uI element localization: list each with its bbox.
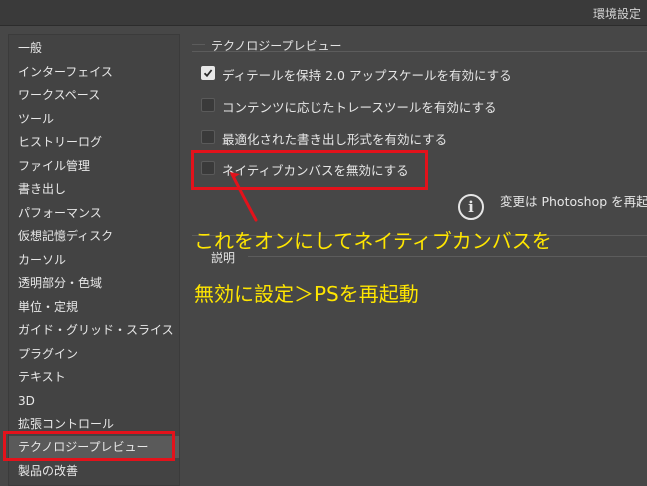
sidebar-item-plugins[interactable]: プラグイン [9, 343, 179, 365]
sidebar-item-workspace[interactable]: ワークスペース [9, 84, 179, 106]
sidebar-item-general[interactable]: 一般 [9, 37, 179, 59]
info-icon: i [458, 194, 484, 220]
checkbox-optimized-export[interactable] [201, 130, 215, 144]
option-label-content-aware-tracing: コンテンツに応じたトレースツールを有効にする [222, 100, 497, 115]
checkbox-preserve-details[interactable] [201, 66, 215, 80]
sidebar-item-file-handling[interactable]: ファイル管理 [9, 155, 179, 177]
sidebar-item-transparency-gamut[interactable]: 透明部分・色域 [9, 272, 179, 294]
sidebar-item-history-log[interactable]: ヒストリーログ [9, 131, 179, 153]
sidebar-item-performance[interactable]: パフォーマンス [9, 202, 179, 224]
title-bar: 環境設定 [0, 0, 647, 26]
sidebar-item-product-improvement[interactable]: 製品の改善 [9, 460, 179, 482]
checkbox-content-aware-tracing[interactable] [201, 98, 215, 112]
restart-notice: 変更は Photoshop を再起 [500, 194, 647, 209]
annotation-arrow-icon [229, 172, 258, 222]
checkmark-icon [203, 69, 213, 78]
sidebar-item-3d[interactable]: 3D [9, 390, 179, 412]
sidebar-highlight-box [3, 431, 175, 461]
annotation-line-1: これをオンにしてネイティブカンバスを [194, 229, 552, 253]
sidebar-item-type[interactable]: テキスト [9, 366, 179, 388]
sidebar-item-scratch-disks[interactable]: 仮想記憶ディスク [9, 225, 179, 247]
group-divider [192, 51, 647, 52]
sidebar-item-tools[interactable]: ツール [9, 108, 179, 130]
description-divider [248, 256, 647, 257]
sidebar-item-export[interactable]: 書き出し [9, 178, 179, 200]
window-title: 環境設定 [592, 7, 641, 21]
preferences-sidebar: 一般 インターフェイス ワークスペース ツール ヒストリーログ ファイル管理 書… [8, 34, 180, 486]
option-label-optimized-export: 最適化された書き出し形式を有効にする [222, 132, 448, 147]
annotation-line-2: 無効に設定＞PSを再起動 [194, 282, 419, 306]
sidebar-item-cursors[interactable]: カーソル [9, 249, 179, 271]
sidebar-item-interface[interactable]: インターフェイス [9, 61, 179, 83]
group-divider-left [192, 44, 205, 45]
sidebar-item-units-rulers[interactable]: 単位・定規 [9, 296, 179, 318]
sidebar-item-guides-grid-slices[interactable]: ガイド・グリッド・スライス [9, 319, 179, 341]
option-label-preserve-details: ディテールを保持 2.0 アップスケールを有効にする [222, 68, 512, 83]
